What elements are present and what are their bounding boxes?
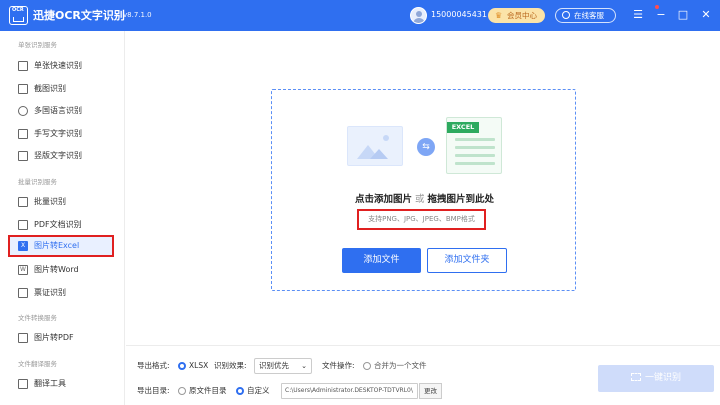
merge-radio[interactable]	[363, 362, 371, 370]
pdf-icon	[18, 220, 28, 230]
sidebar-item-ticket[interactable]: 票证识别	[8, 282, 114, 304]
ocr-start-button[interactable]: 一键识别	[598, 365, 714, 392]
add-file-button[interactable]: 添加文件	[342, 248, 421, 273]
ocr-start-label: 一键识别	[644, 373, 681, 383]
sidebar-item-label: 批量识别	[34, 197, 66, 206]
image-icon	[18, 61, 28, 71]
merge-label: 合并为一个文件	[374, 361, 427, 370]
translate-icon	[18, 379, 28, 389]
word-icon: W	[18, 265, 28, 275]
crop-icon	[18, 84, 28, 94]
recog-effect-select[interactable]: 识别优先 ⌄	[254, 358, 312, 374]
sidebar-item-image-to-word[interactable]: W 图片转Word	[8, 259, 114, 281]
bottom-options-bar: 导出格式: XLSX 识别效果: 识别优先 ⌄ 文件操作: 合并为一个文件 导出…	[126, 345, 720, 405]
sidebar-item-label: 图片转Word	[34, 265, 79, 274]
drop-zone[interactable]: ⇆ EXCEL 点击添加图片或拖拽图片到此处 支持PNG、JPG、JPEG、BM…	[271, 89, 576, 291]
click-add-image-text[interactable]: 点击添加图片	[355, 194, 412, 205]
or-text: 或	[414, 194, 425, 205]
drag-image-text: 拖拽图片到此处	[427, 194, 495, 205]
sidebar-item-label: 单张快速识别	[34, 61, 82, 70]
headset-icon	[562, 11, 570, 19]
logo-text: OCR	[12, 7, 24, 13]
orig-dir-radio[interactable]	[178, 387, 186, 395]
add-folder-button[interactable]: 添加文件夹	[427, 248, 507, 273]
sidebar-item-label: 票证识别	[34, 288, 66, 297]
sidebar-item-pdf[interactable]: PDF文档识别	[8, 214, 114, 236]
section-title-single: 单张识别服务	[18, 41, 57, 49]
drop-zone-title: 点击添加图片或拖拽图片到此处	[272, 194, 577, 206]
vip-center-label: 会员中心	[507, 11, 537, 20]
section-title-batch: 批量识别服务	[18, 178, 57, 186]
scan-icon	[630, 373, 641, 381]
app-title: 迅捷OCR文字识别	[33, 9, 125, 22]
excel-icon: X	[18, 241, 28, 251]
sidebar-item-translate[interactable]: 翻译工具	[8, 373, 114, 395]
sidebar-item-label: 图片转PDF	[34, 333, 74, 342]
excel-tag: EXCEL	[447, 122, 479, 133]
sidebar-item-handwriting[interactable]: 手写文字识别	[8, 123, 114, 145]
main-panel: ⇆ EXCEL 点击添加图片或拖拽图片到此处 支持PNG、JPG、JPEG、BM…	[126, 31, 720, 345]
sidebar-item-quick-recognize[interactable]: 单张快速识别	[8, 55, 114, 77]
menu-icon[interactable]: ☰	[631, 8, 645, 22]
user-avatar[interactable]	[410, 7, 427, 24]
chevron-down-icon: ⌄	[301, 362, 307, 370]
convert-arrows-icon: ⇆	[417, 138, 435, 156]
vip-center-button[interactable]: ♛ 会员中心	[488, 8, 545, 23]
export-format-label: 导出格式:	[137, 361, 170, 370]
online-service-label: 在线客服	[574, 11, 604, 20]
globe-icon	[18, 106, 28, 116]
pdf-convert-icon	[18, 333, 28, 343]
export-path-field[interactable]: C:\Users\Administrator.DESKTOP-TDTVRL0\	[281, 383, 418, 399]
sidebar-item-label: PDF文档识别	[34, 220, 82, 229]
section-title-translate: 文件翻译服务	[18, 360, 57, 368]
sidebar-item-label: 手写文字识别	[34, 129, 82, 138]
sidebar-item-screenshot[interactable]: 截图识别	[8, 78, 114, 100]
maximize-icon[interactable]: □	[676, 8, 690, 22]
supported-formats: 支持PNG、JPG、JPEG、BMP格式	[357, 209, 486, 230]
export-dir-label: 导出目录:	[137, 386, 170, 395]
minimize-icon[interactable]: −	[654, 8, 668, 22]
image-illustration-icon	[347, 126, 403, 166]
online-service-button[interactable]: 在线客服	[555, 8, 616, 23]
sidebar-item-label: 竖版文字识别	[34, 151, 82, 160]
sidebar-item-label: 翻译工具	[34, 379, 66, 388]
recog-effect-value: 识别优先	[259, 361, 289, 370]
sidebar-item-label: 多国语言识别	[34, 106, 82, 115]
pen-icon	[18, 129, 28, 139]
sidebar-item-image-to-excel[interactable]: X 图片转Excel	[8, 235, 114, 257]
batch-icon	[18, 197, 28, 207]
export-format-radio[interactable]	[178, 362, 186, 370]
vertical-text-icon	[18, 151, 28, 161]
orig-dir-label: 原文件目录	[189, 386, 227, 395]
custom-dir-radio[interactable]	[236, 387, 244, 395]
title-bar: OCR 迅捷OCR文字识别 v8.7.1.0 15000045431 ♛ 会员中…	[0, 0, 720, 31]
custom-dir-label: 自定义	[247, 386, 270, 395]
sidebar-item-label: 截图识别	[34, 84, 66, 93]
section-title-convert: 文件转换服务	[18, 314, 57, 322]
user-phone[interactable]: 15000045431	[431, 10, 487, 20]
app-logo-icon: OCR	[9, 6, 28, 25]
sidebar-item-multilang[interactable]: 多国语言识别	[8, 100, 114, 122]
sidebar: 单张识别服务 单张快速识别 截图识别 多国语言识别 手写文字识别 竖版文字识别 …	[0, 31, 125, 405]
recog-effect-label: 识别效果:	[214, 361, 247, 370]
app-version: v8.7.1.0	[123, 11, 152, 19]
file-op-label: 文件操作:	[322, 361, 355, 370]
close-icon[interactable]: ✕	[699, 8, 713, 22]
export-format-value: XLSX	[189, 361, 209, 370]
ticket-icon	[18, 288, 28, 298]
sidebar-item-label: 图片转Excel	[34, 241, 80, 250]
sidebar-item-image-to-pdf[interactable]: 图片转PDF	[8, 327, 114, 349]
change-path-button[interactable]: 更改	[419, 383, 442, 399]
crown-icon: ♛	[495, 11, 503, 20]
sidebar-item-vertical-text[interactable]: 竖版文字识别	[8, 145, 114, 167]
sidebar-item-batch[interactable]: 批量识别	[8, 191, 114, 213]
